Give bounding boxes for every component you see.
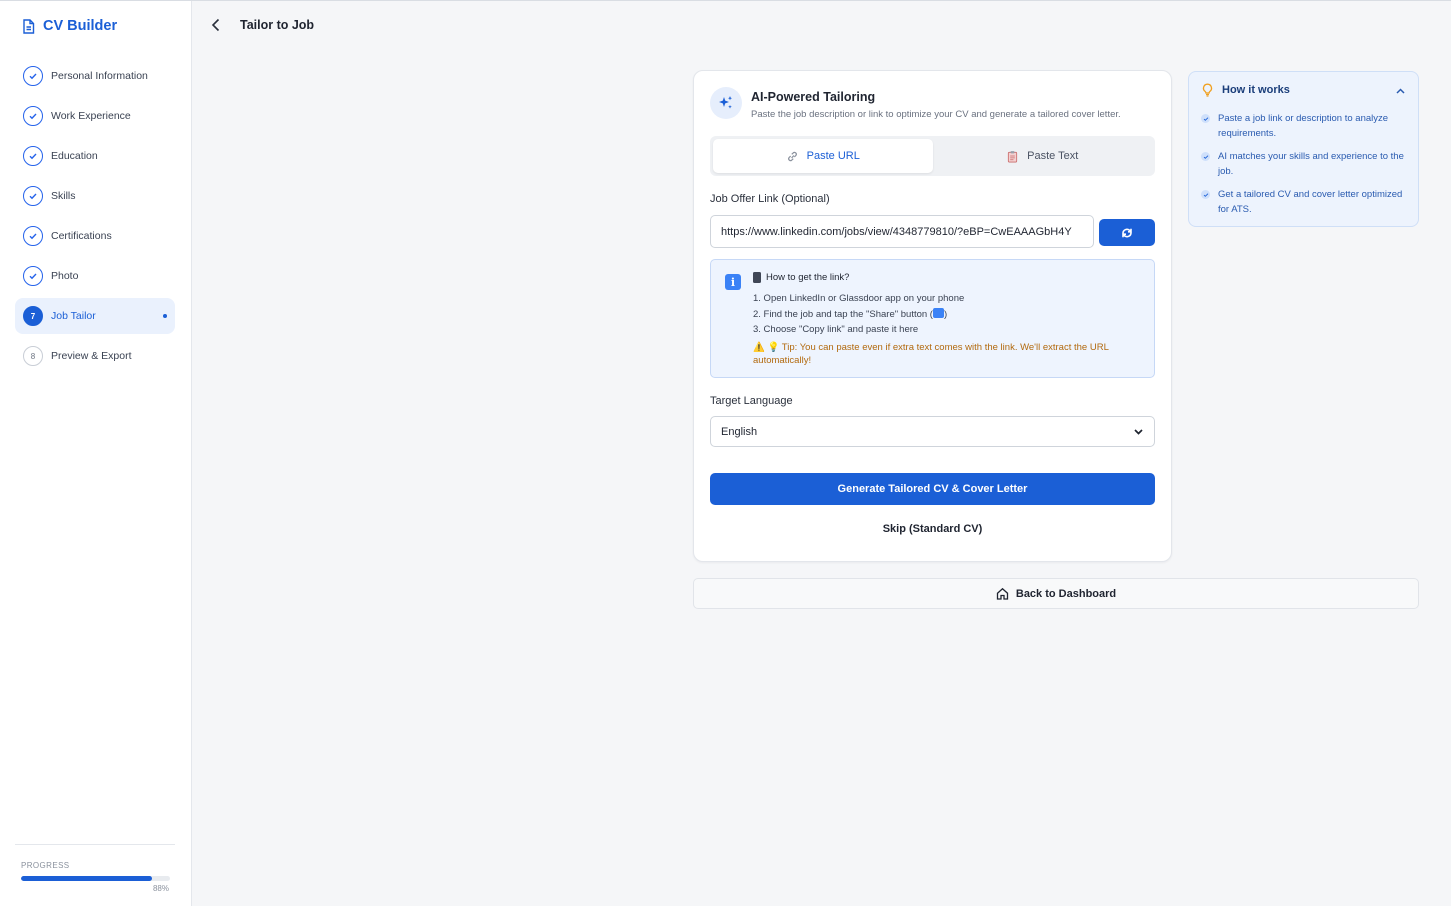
help-steps: 1. Open LinkedIn or Glassdoor app on you… [753, 291, 964, 338]
phone-icon [753, 272, 761, 283]
tab-paste-text[interactable]: Paste Text [933, 139, 1153, 173]
list-item: Get a tailored CV and cover letter optim… [1201, 187, 1411, 217]
help-tip: ⚠️ 💡 Tip: You can paste even if extra te… [753, 342, 1109, 366]
help-step-suffix: ) [943, 308, 948, 320]
progress-label: PROGRESS [21, 861, 70, 870]
brand-name: CV Builder [43, 18, 118, 34]
chevron-up-icon[interactable] [1395, 86, 1406, 97]
how-it-works-list: Paste a job link or description to analy… [1201, 111, 1411, 225]
check-icon [23, 266, 43, 286]
skip-button[interactable]: Skip (Standard CV) [710, 518, 1155, 540]
lightbulb-icon [1202, 83, 1213, 97]
selected-language: English [721, 425, 758, 438]
sidebar-item-preview-export[interactable]: 8 Preview & Export [15, 338, 175, 374]
how-it-works-header[interactable]: How it works [1201, 83, 1290, 97]
fetch-link-button[interactable] [1099, 219, 1155, 246]
page-title: Tailor to Job [240, 18, 315, 32]
list-item-text: Get a tailored CV and cover letter optim… [1218, 189, 1403, 215]
card-subtitle: Paste the job description or link to opt… [751, 109, 1121, 120]
brand[interactable]: CV Builder [22, 18, 117, 34]
sidebar-item-label: Work Experience [51, 110, 131, 122]
link-icon [787, 151, 797, 161]
clipboard-icon [1008, 150, 1018, 162]
sidebar-item-job-tailor[interactable]: 7 Job Tailor [15, 298, 175, 334]
sidebar-item-label: Preview & Export [51, 350, 132, 362]
sidebar: CV Builder Personal Information Work Exp… [0, 1, 192, 906]
help-step: 1. Open LinkedIn or Glassdoor app on you… [753, 293, 965, 304]
info-icon: i [725, 274, 741, 290]
sparkles-icon [710, 87, 742, 119]
tab-label: Paste URL [806, 150, 860, 162]
target-language-label: Target Language [710, 395, 793, 407]
sidebar-item-label: Skills [51, 190, 76, 202]
job-link-input[interactable] [710, 215, 1094, 248]
step-number-badge: 7 [23, 306, 43, 326]
progress-bar [21, 876, 170, 881]
sidebar-item-label: Job Tailor [51, 310, 96, 322]
steps-nav: Personal Information Work Experience Edu… [15, 58, 175, 378]
back-to-dashboard-button[interactable]: Back to Dashboard [693, 578, 1419, 609]
how-it-works-panel: How it works Paste a job link or descrip… [1188, 71, 1419, 227]
sidebar-item-label: Personal Information [51, 70, 148, 82]
document-icon [23, 18, 35, 34]
sidebar-item-label: Photo [51, 270, 79, 282]
step-number-badge: 8 [23, 346, 43, 366]
list-item-text: AI matches your skills and experience to… [1218, 151, 1404, 177]
progress-bar-fill [21, 876, 153, 881]
check-icon [23, 106, 43, 126]
how-it-works-title: How it works [1222, 84, 1290, 96]
help-step: 3. Choose "Copy link" and paste it here [753, 324, 919, 335]
active-indicator-dot [163, 314, 167, 318]
refresh-icon [1122, 228, 1132, 237]
list-item: AI matches your skills and experience to… [1201, 149, 1411, 179]
share-icon [932, 307, 944, 318]
chevron-down-icon [1134, 429, 1143, 435]
help-step: 2. Find the job and tap the "Share" butt… [753, 307, 964, 323]
sidebar-item-skills[interactable]: Skills [15, 178, 175, 214]
tab-label: Paste Text [1027, 150, 1079, 162]
help-title-text: How to get the link? [766, 272, 850, 283]
home-icon [996, 587, 1009, 600]
sidebar-item-personal-information[interactable]: Personal Information [15, 58, 175, 94]
tailoring-card: AI-Powered Tailoring Paste the job descr… [693, 70, 1172, 562]
sidebar-item-education[interactable]: Education [15, 138, 175, 174]
check-icon [23, 186, 43, 206]
check-icon [23, 66, 43, 86]
check-icon [1201, 114, 1210, 123]
job-link-label: Job Offer Link (Optional) [710, 193, 830, 205]
help-title: How to get the link? [753, 272, 849, 283]
progress-section: PROGRESS 88% [15, 844, 175, 893]
list-item-text: Paste a job link or description to analy… [1218, 113, 1389, 139]
check-icon [23, 146, 43, 166]
check-icon [1201, 152, 1210, 161]
sidebar-item-certifications[interactable]: Certifications [15, 218, 175, 254]
input-mode-tabs: Paste URL Paste Text [710, 136, 1155, 176]
link-help-box: i How to get the link? 1. Open LinkedIn … [710, 259, 1155, 378]
list-item: Paste a job link or description to analy… [1201, 111, 1411, 141]
sidebar-item-label: Certifications [51, 230, 112, 242]
back-arrow-icon[interactable] [208, 17, 224, 33]
tab-paste-url[interactable]: Paste URL [713, 139, 933, 173]
progress-percent: 88% [152, 884, 169, 893]
sidebar-item-work-experience[interactable]: Work Experience [15, 98, 175, 134]
target-language-select[interactable]: English [710, 416, 1155, 447]
sidebar-item-label: Education [51, 150, 98, 162]
check-icon [23, 226, 43, 246]
dashboard-label: Back to Dashboard [1015, 587, 1117, 600]
check-icon [1201, 190, 1210, 199]
generate-button[interactable]: Generate Tailored CV & Cover Letter [710, 473, 1155, 505]
help-step-text: 2. Find the job and tap the "Share" butt… [753, 308, 933, 320]
card-title: AI-Powered Tailoring [751, 90, 876, 104]
card-header: AI-Powered Tailoring Paste the job descr… [710, 87, 1121, 120]
sidebar-item-photo[interactable]: Photo [15, 258, 175, 294]
